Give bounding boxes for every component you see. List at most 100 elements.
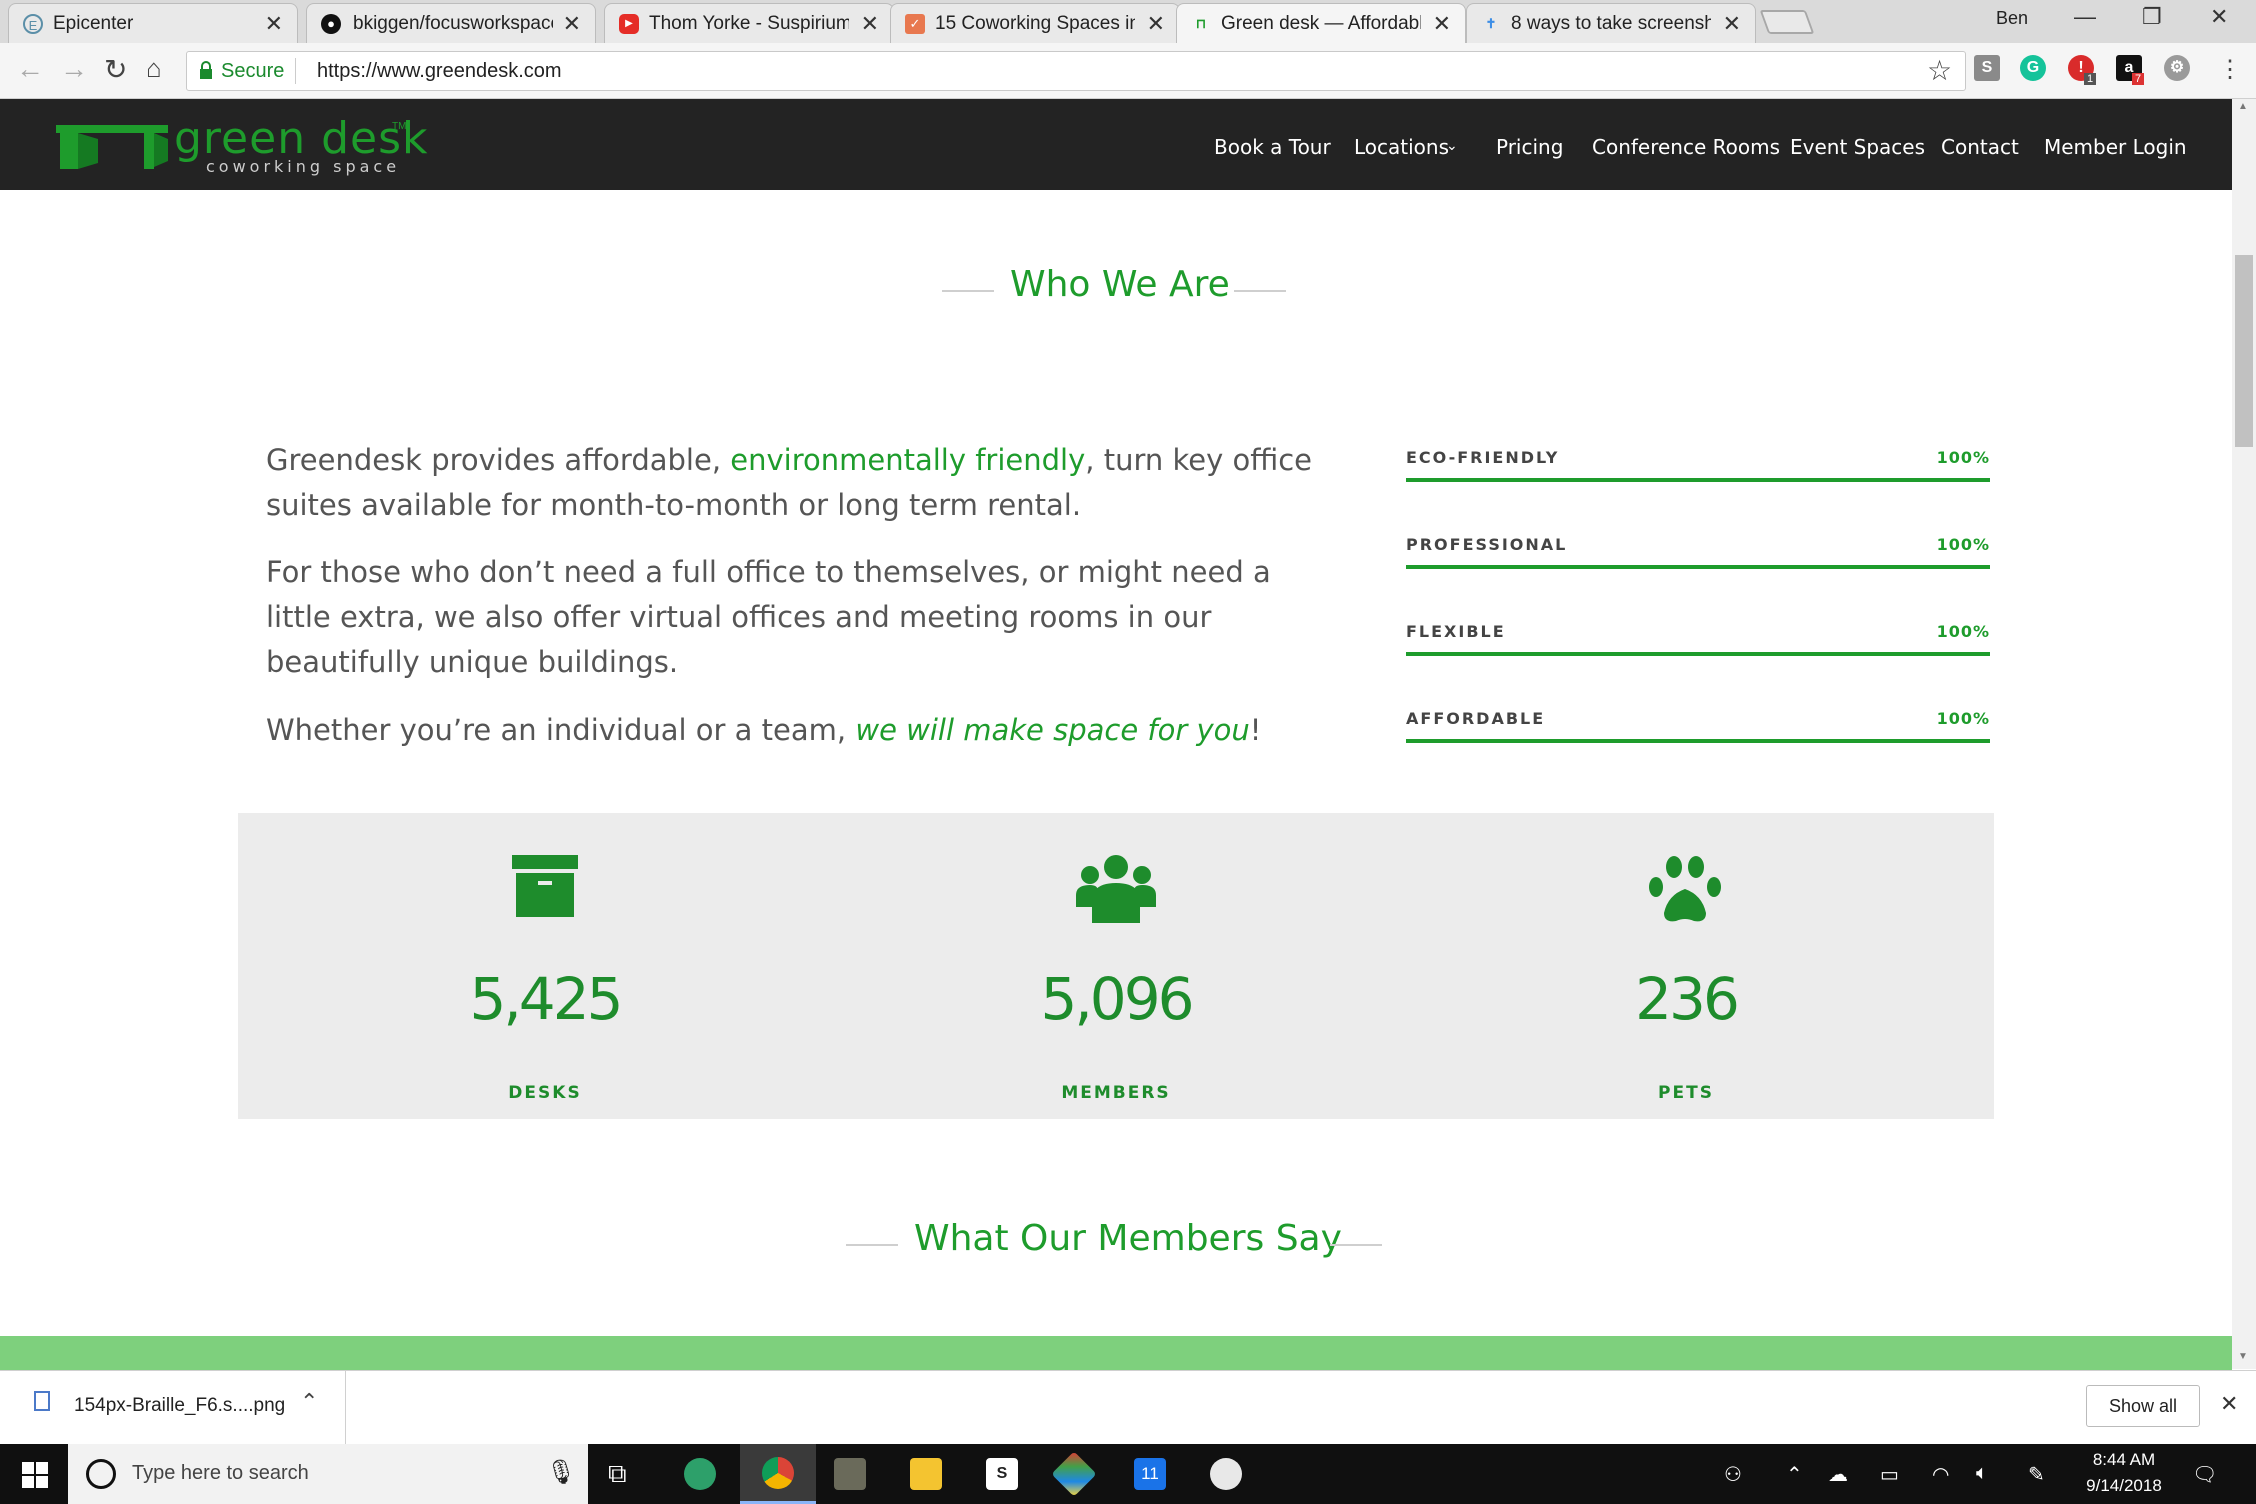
task-view-icon[interactable]: ⧉	[608, 1458, 627, 1490]
skill-percent: 100%	[1936, 535, 1990, 554]
tab-title: 15 Coworking Spaces in	[935, 13, 1135, 34]
windows-start-icon[interactable]	[22, 1462, 48, 1493]
address-bar[interactable]: Secure https://www.greendesk.com ☆	[186, 51, 1966, 91]
tab-screenshots[interactable]: ✝ 8 ways to take screensho ✕	[1466, 3, 1756, 43]
download-item[interactable]: 154px-Braille_F6.s....png ⌃	[0, 1371, 346, 1445]
forward-arrow-icon[interactable]: →	[60, 53, 88, 85]
atom-app-icon[interactable]	[684, 1458, 716, 1490]
users-icon	[1076, 853, 1156, 928]
skill-label: ECO-FRIENDLY	[1406, 448, 1560, 467]
clock-time[interactable]: 8:44 AM	[2084, 1450, 2164, 1470]
wifi-icon[interactable]: ◠	[1932, 1462, 1949, 1487]
offer-paragraph: For those who don’t need a full office t…	[266, 555, 1271, 679]
page-scrollbar[interactable]: ▲ ▼	[2232, 99, 2256, 1369]
nav-book-a-tour[interactable]: Book a Tour	[1214, 135, 1331, 159]
taskbar-search-box[interactable]: Type here to search 🎙︎	[68, 1444, 588, 1504]
snipping-tool-icon[interactable]	[1210, 1458, 1242, 1490]
github-icon: ●	[321, 14, 341, 34]
profile-name[interactable]: Ben	[1996, 8, 2028, 29]
bookmark-star-icon[interactable]: ☆	[1927, 54, 1952, 87]
tab-coworking-article[interactable]: ✓ 15 Coworking Spaces in ✕	[890, 3, 1180, 43]
paw-icon	[1648, 855, 1722, 928]
tab-title: Green desk — Affordable	[1221, 13, 1421, 34]
close-icon[interactable]: ✕	[1433, 11, 1451, 37]
close-icon[interactable]: ✕	[1147, 11, 1165, 37]
onedrive-icon[interactable]: ☁	[1828, 1462, 1848, 1487]
sublime-app-icon[interactable]: S	[986, 1458, 1018, 1490]
stylish-extension-icon[interactable]: S	[1974, 55, 2000, 81]
minimize-icon[interactable]: —	[2074, 4, 2096, 30]
search-placeholder: Type here to search	[132, 1462, 309, 1484]
url-text[interactable]: https://www.greendesk.com	[317, 60, 562, 83]
greendesk-logo[interactable]	[56, 121, 168, 176]
nav-locations[interactable]: Locations	[1354, 135, 1449, 159]
tab-strip: E Epicenter ✕ ● bkiggen/focusworkspace ✕…	[0, 0, 2256, 44]
close-icon[interactable]: ✕	[861, 11, 879, 37]
tab-title: Thom Yorke - Suspirium	[649, 13, 849, 34]
secure-label: Secure	[221, 60, 285, 82]
volume-icon[interactable]: 🔈︎	[1976, 1462, 1988, 1485]
nav-conference-rooms[interactable]: Conference Rooms	[1592, 135, 1780, 159]
scroll-thumb[interactable]	[2235, 255, 2253, 447]
reload-icon[interactable]: ↻	[104, 53, 127, 86]
scroll-up-icon[interactable]: ▲	[2238, 101, 2248, 112]
close-icon[interactable]: ✕	[1723, 11, 1741, 37]
tab-title: bkiggen/focusworkspace	[353, 13, 553, 34]
skill-fill	[1406, 478, 1990, 482]
nav-member-login[interactable]: Member Login	[2044, 135, 2187, 159]
stat-desks-label: DESKS	[508, 1083, 582, 1103]
logo-trademark: TM	[392, 121, 407, 132]
grammarly-extension-icon[interactable]: G	[2020, 55, 2046, 81]
calendar-app-icon[interactable]: 11	[1134, 1458, 1166, 1490]
tab-github[interactable]: ● bkiggen/focusworkspace ✕	[306, 3, 596, 43]
chrome-icon	[762, 1457, 794, 1489]
nav-pricing[interactable]: Pricing	[1496, 135, 1563, 159]
title-rule-right	[1330, 1244, 1382, 1246]
lock-icon	[199, 61, 213, 79]
action-center-icon[interactable]: 🗨︎	[2192, 1462, 2217, 1487]
close-icon[interactable]: ✕	[265, 11, 283, 37]
battery-icon[interactable]: ▭	[1880, 1462, 1899, 1487]
greendesk-icon: ⊓	[1195, 16, 1207, 31]
nav-contact[interactable]: Contact	[1941, 135, 2019, 159]
skill-percent: 100%	[1936, 709, 1990, 728]
tab-title: 8 ways to take screensho	[1511, 13, 1711, 34]
slack-app-icon[interactable]	[1051, 1451, 1097, 1497]
youtube-icon: ▶	[619, 14, 639, 34]
skill-fill	[1406, 652, 1990, 656]
close-downloads-icon[interactable]: ✕	[2220, 1391, 2238, 1417]
chevron-up-icon[interactable]: ⌃	[300, 1389, 318, 1415]
scroll-down-icon[interactable]: ▼	[2238, 1351, 2248, 1362]
microphone-icon[interactable]: 🎙︎	[546, 1458, 576, 1487]
clock-date[interactable]: 9/14/2018	[2076, 1476, 2172, 1496]
file-explorer-icon[interactable]	[910, 1458, 942, 1490]
back-arrow-icon[interactable]: ←	[16, 53, 44, 85]
chrome-taskbar-button[interactable]	[740, 1444, 816, 1504]
gimp-app-icon[interactable]	[834, 1458, 866, 1490]
close-window-icon[interactable]: ✕	[2210, 4, 2228, 30]
home-icon[interactable]: ⌂	[146, 53, 162, 84]
close-icon[interactable]: ✕	[563, 11, 581, 37]
chevron-down-icon[interactable]: ⌄	[1446, 137, 1458, 154]
new-tab-button[interactable]	[1759, 10, 1815, 34]
show-all-button[interactable]: Show all	[2086, 1385, 2200, 1427]
extension-badge: 7	[2132, 73, 2145, 85]
epicenter-favicon-icon: E	[23, 14, 43, 34]
tab-youtube[interactable]: ▶ Thom Yorke - Suspirium ✕	[604, 3, 894, 43]
settings-extension-icon[interactable]: ⚙	[2164, 55, 2190, 81]
restore-icon[interactable]: ❐	[2142, 4, 2162, 30]
skill-track	[1406, 652, 1990, 656]
intro-highlight: environmentally friendly	[730, 443, 1086, 477]
show-hidden-icons-chevron-icon[interactable]: ⌃	[1786, 1462, 1803, 1487]
tab-greendesk[interactable]: ⊓ Green desk — Affordable ✕	[1176, 3, 1466, 44]
nav-event-spaces[interactable]: Event Spaces	[1790, 135, 1925, 159]
tagline-paragraph: Whether you’re an individual or a team, …	[266, 708, 1316, 753]
menu-kebab-icon[interactable]: ⋮	[2218, 55, 2242, 84]
pin-icon: ✝	[1485, 16, 1497, 31]
pen-icon[interactable]: ✎	[2028, 1462, 2045, 1487]
skill-percent: 100%	[1936, 622, 1990, 641]
tab-epicenter[interactable]: E Epicenter ✕	[8, 3, 298, 43]
people-icon[interactable]: ⚇	[1724, 1462, 1742, 1487]
tagline-text: Whether you’re an individual or a team,	[266, 713, 856, 747]
cortana-icon	[86, 1459, 116, 1489]
